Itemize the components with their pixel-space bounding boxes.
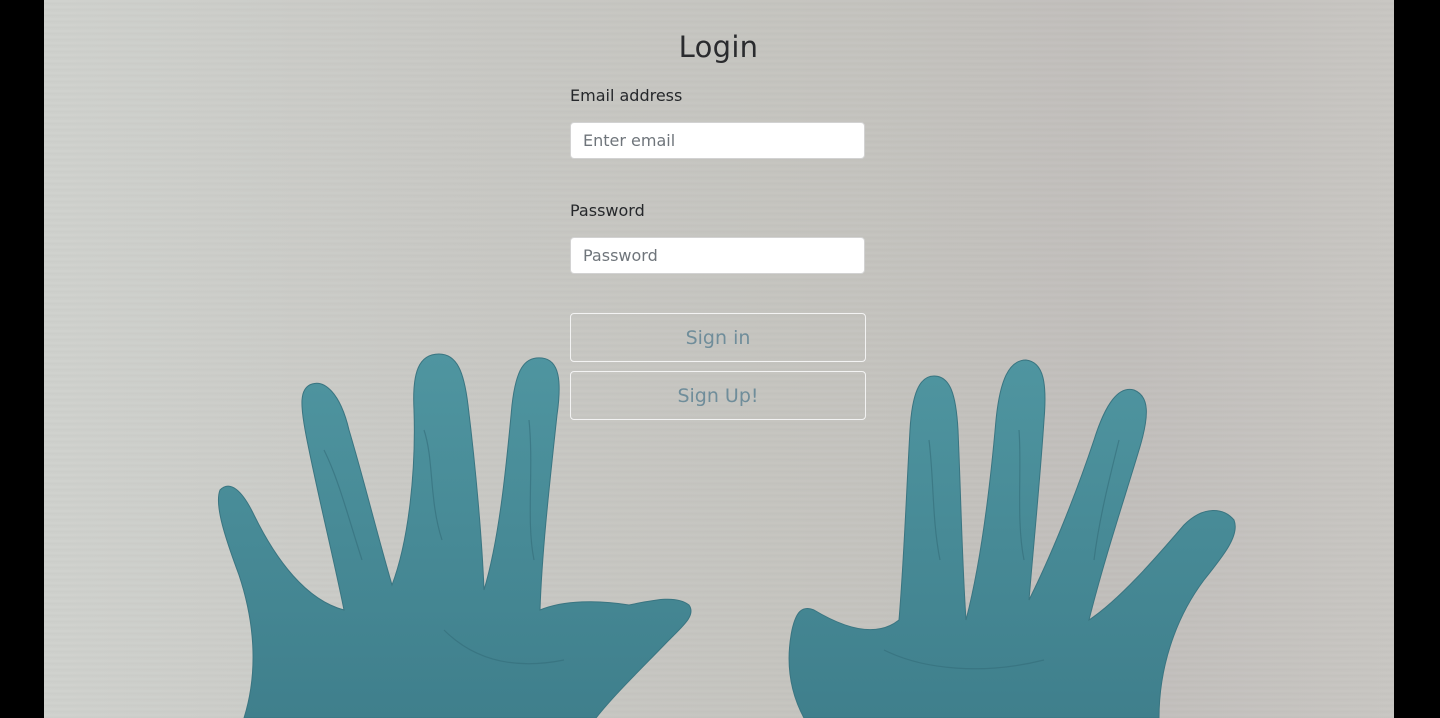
password-input[interactable] (570, 237, 865, 274)
login-page: Login Email address Password Sign in Sig… (44, 0, 1394, 718)
email-input[interactable] (570, 122, 865, 159)
sign-up-button[interactable]: Sign Up! (570, 371, 866, 420)
page-title: Login (678, 30, 759, 64)
email-label: Email address (570, 86, 683, 105)
sign-in-button[interactable]: Sign in (570, 313, 866, 362)
password-label: Password (570, 201, 645, 220)
